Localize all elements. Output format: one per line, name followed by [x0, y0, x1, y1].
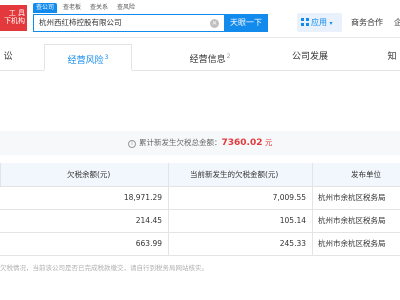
- brand-logo[interactable]: 工 具 下机构: [0, 5, 27, 31]
- cell-balance: 18,971.29: [123, 193, 162, 202]
- column-divider: [312, 163, 313, 186]
- business-cooperation-link[interactable]: 商务合作: [351, 13, 383, 32]
- search-tab-boss[interactable]: 查老板: [60, 3, 84, 13]
- tab-ip[interactable]: 知: [380, 44, 400, 71]
- tab-business-info[interactable]: 经营信息2: [170, 44, 250, 71]
- header-balance: 欠税余额(元): [67, 170, 111, 179]
- column-divider: [168, 210, 169, 232]
- tab-business-risk[interactable]: 经营风险3: [44, 44, 132, 71]
- summary-unit: 元: [264, 138, 273, 147]
- cell-balance: 663.99: [135, 239, 162, 248]
- column-divider: [168, 163, 169, 186]
- tab-label: 经营信息: [189, 55, 226, 65]
- tab-label: 经营风险: [67, 56, 104, 66]
- search-tab-relation[interactable]: 查关系: [87, 3, 111, 13]
- table-row: 663.99 245.33 杭州市余杭区税务局: [0, 233, 400, 256]
- column-divider: [168, 187, 169, 209]
- apps-grid-icon: [301, 18, 309, 26]
- cell-new-amount: 7,009.55: [272, 193, 306, 202]
- search-tab-risk[interactable]: 查风险: [114, 3, 138, 13]
- chevron-down-icon: ▾: [329, 20, 333, 27]
- summary-label: 累计新发生欠税总金额：: [139, 138, 222, 147]
- clear-icon[interactable]: ✕: [210, 18, 219, 28]
- search-input-value: 杭州西红柿控股有限公司: [39, 18, 122, 27]
- top-header: 工 具 下机构 查公司 查老板 查关系 查风险 杭州西红柿控股有限公司 ✕ 天眼…: [0, 0, 400, 38]
- info-icon: i: [128, 140, 136, 148]
- search-button[interactable]: 天眼一下: [224, 14, 268, 32]
- search-type-tabs: 查公司 查老板 查关系 查风险: [33, 3, 141, 13]
- tab-label: 知: [387, 52, 397, 62]
- apps-button[interactable]: 应用 ▾: [297, 13, 342, 32]
- apps-button-label: 应用: [311, 18, 327, 27]
- disclaimer-note: 欠税情况，当前该公司是否已完成税款缴交，请自行到税务局网站核实。: [0, 264, 208, 272]
- tab-label: 公司发展: [291, 52, 328, 62]
- tab-litigation[interactable]: 讼: [0, 44, 18, 71]
- table-row: 214.45 105.14 杭州市余杭区税务局: [0, 210, 400, 233]
- tax-arrears-table: 欠税余额(元) 当前新发生的欠税金额(元) 发布单位 18,971.29 7,0…: [0, 163, 400, 256]
- summary-line: i 累计新发生欠税总金额：7360.02 元: [128, 131, 272, 155]
- section-tabs: 讼 经营风险3 经营信息2 公司发展 知: [0, 44, 400, 71]
- summary-amount: 7360.02: [221, 138, 263, 148]
- enterprise-link[interactable]: 企: [394, 13, 400, 32]
- column-divider: [312, 187, 313, 209]
- cell-balance: 214.45: [135, 216, 162, 225]
- table-header-row: 欠税余额(元) 当前新发生的欠税金额(元) 发布单位: [0, 163, 400, 187]
- search-tab-company[interactable]: 查公司: [33, 3, 58, 13]
- tab-count: 2: [226, 53, 231, 60]
- cell-issuer[interactable]: 杭州市余杭区税务局: [318, 233, 386, 255]
- tab-label: 讼: [3, 52, 13, 62]
- tab-count: 3: [104, 54, 109, 61]
- cell-issuer[interactable]: 杭州市余杭区税务局: [318, 187, 386, 209]
- table-row: 18,971.29 7,009.55 杭州市余杭区税务局: [0, 187, 400, 210]
- cell-issuer[interactable]: 杭州市余杭区税务局: [318, 210, 386, 232]
- tax-arrears-summary: i 累计新发生欠税总金额：7360.02 元: [0, 131, 400, 155]
- header-issuer: 发布单位: [351, 170, 381, 179]
- column-divider: [312, 233, 313, 255]
- column-divider: [312, 210, 313, 232]
- column-divider: [168, 233, 169, 255]
- logo-text-line1: 工 具: [8, 9, 25, 17]
- column-divider: [0, 163, 1, 186]
- search-input[interactable]: 杭州西红柿控股有限公司 ✕: [33, 14, 224, 32]
- cell-new-amount: 105.14: [279, 216, 306, 225]
- logo-text-line2: 下机构: [4, 17, 25, 25]
- header-new-amount: 当前新发生的欠税金额(元): [190, 170, 279, 179]
- tab-company-development[interactable]: 公司发展: [278, 44, 342, 71]
- cell-new-amount: 245.33: [279, 239, 306, 248]
